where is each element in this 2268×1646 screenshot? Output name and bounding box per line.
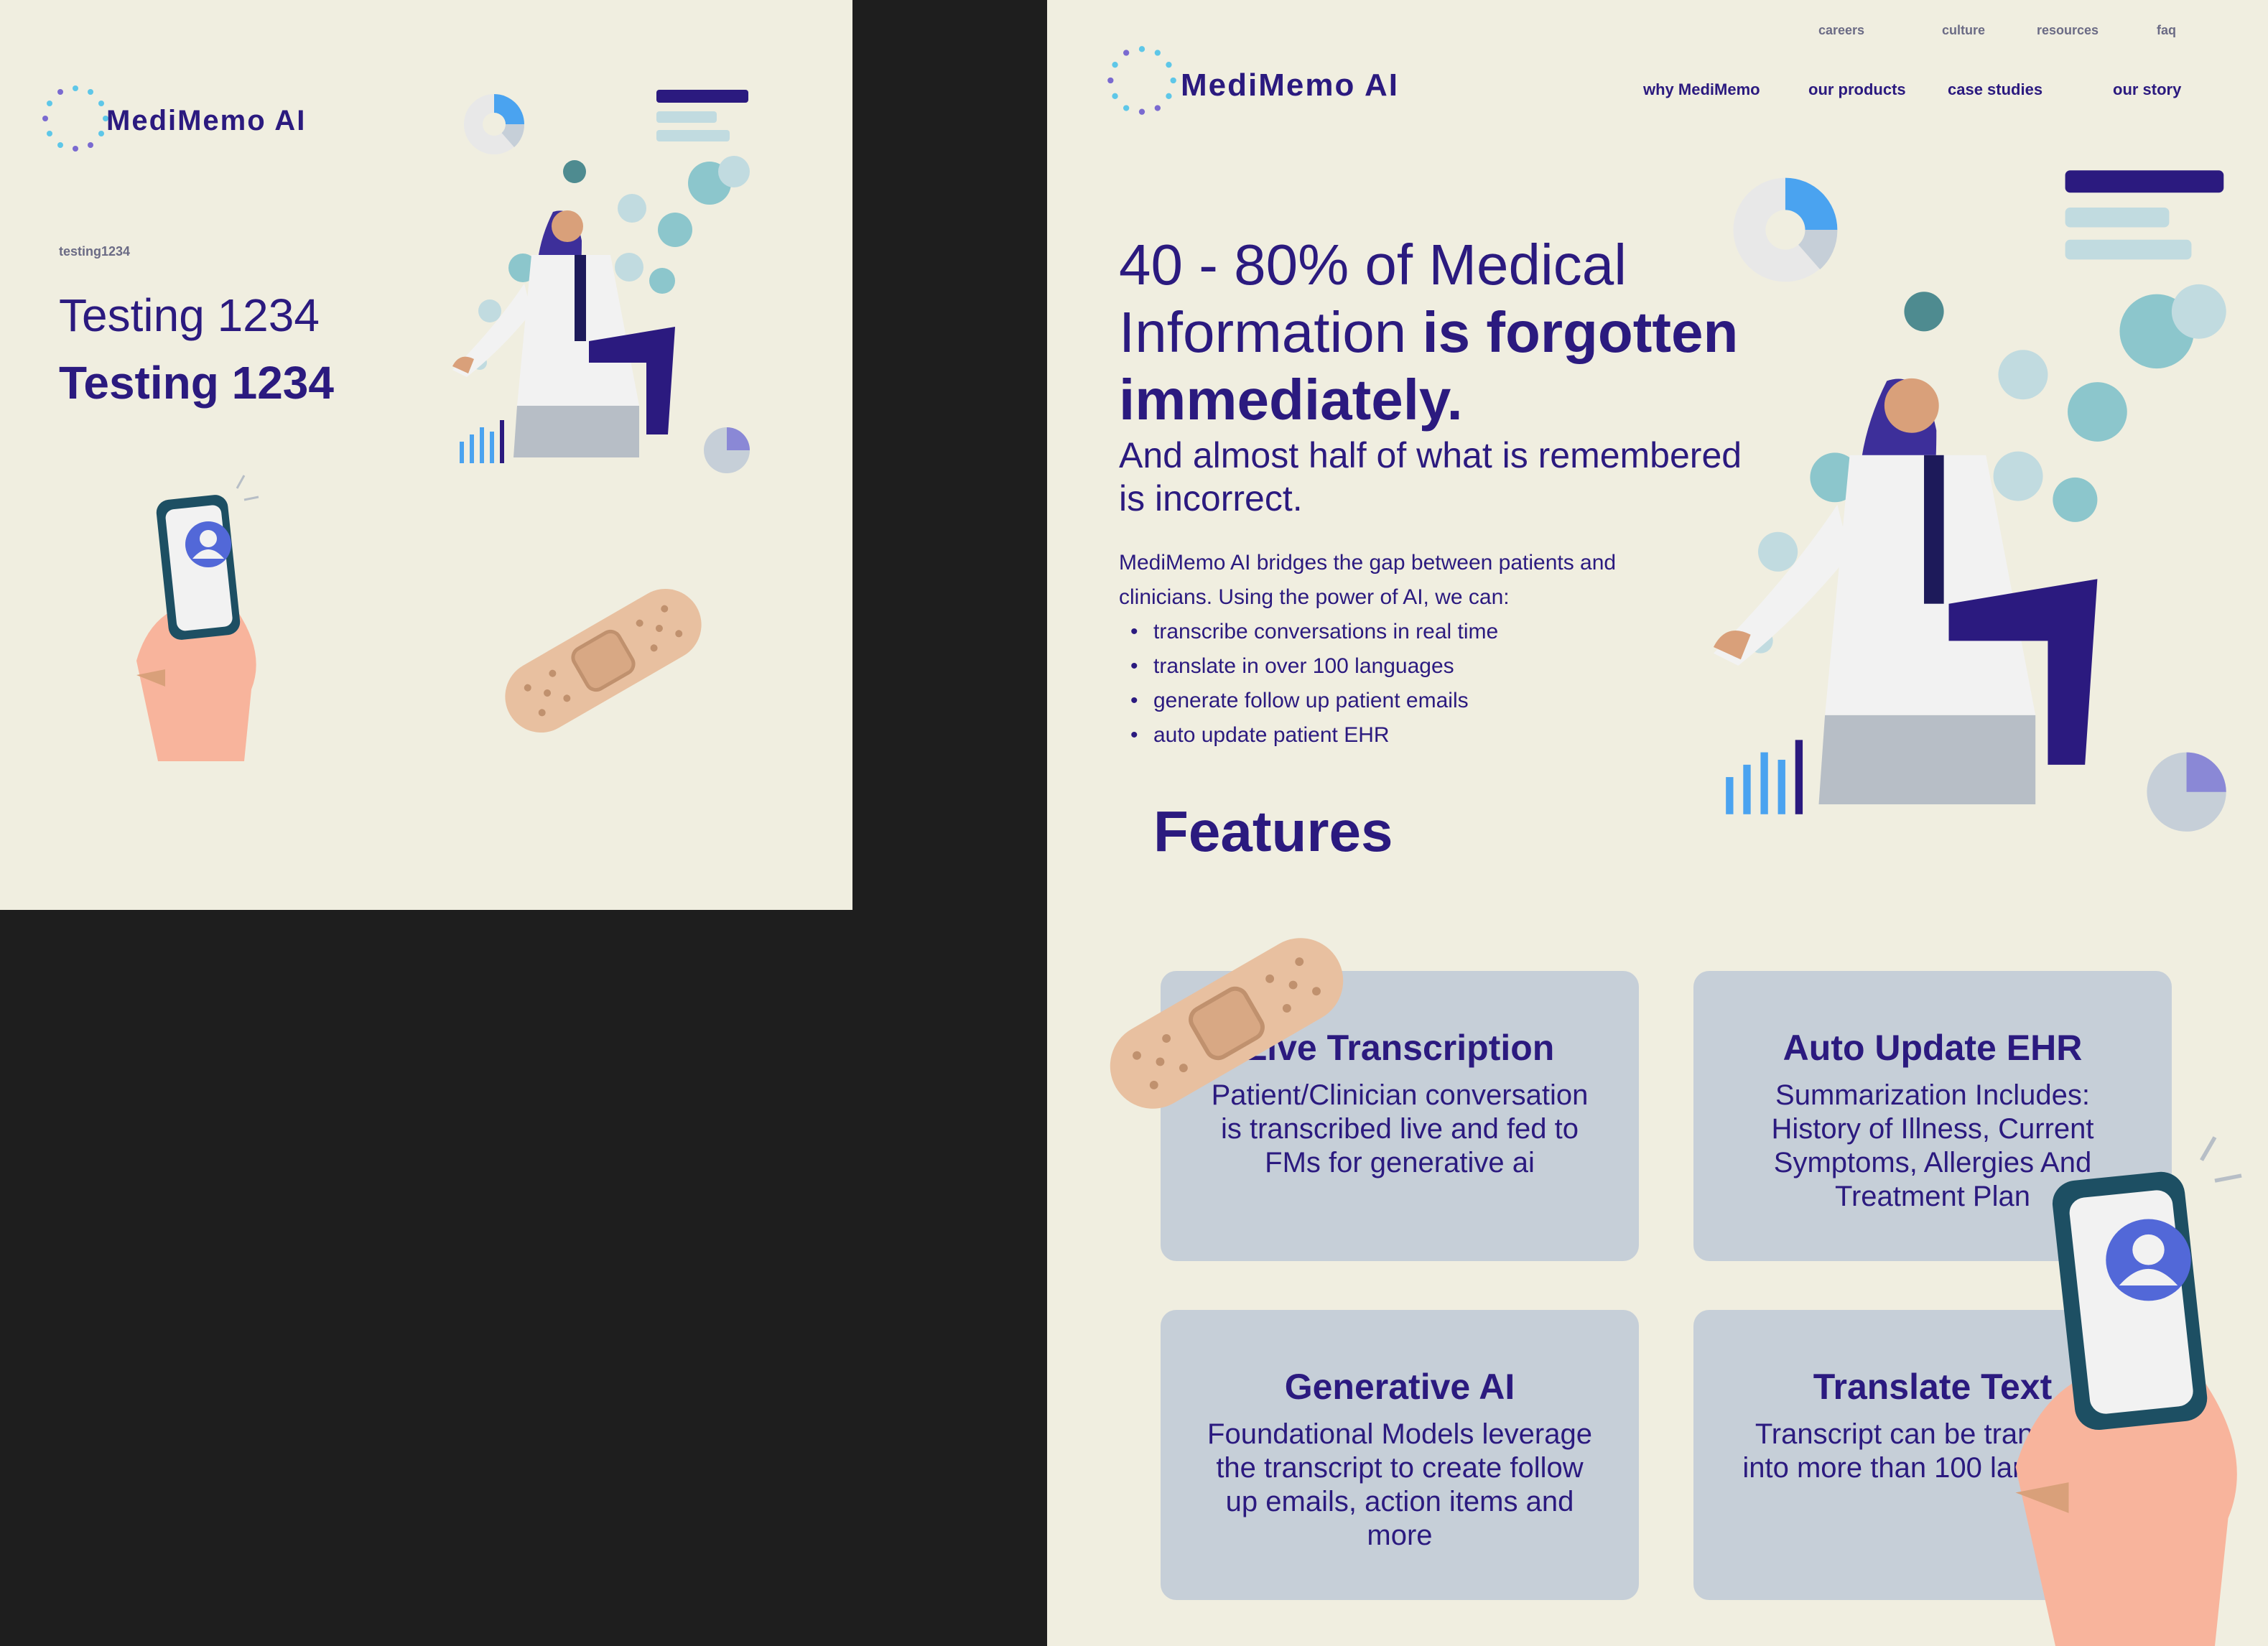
logo-text[interactable]: MediMemo AI [106,105,306,137]
hero-subheading: And almost half of what is remembered is… [1119,434,1742,520]
nav-our-products[interactable]: our products [1808,80,1906,99]
bandage-illustration [1110,938,1344,1109]
list-item: transcribe conversations in real time [1119,615,1498,649]
hero-line-3: immediately. [1119,368,1463,432]
phone-hand-illustration [2015,1136,2242,1646]
list-item: generate follow up patient emails [1119,684,1498,718]
hero-sub-line-1: And almost half of what is remembered [1119,435,1742,475]
intro-line-2: clinicians. Using the power of AI, we ca… [1119,585,1510,609]
list-item: auto update patient EHR [1119,718,1498,753]
logo-mark-icon [1107,46,1176,115]
list-item: translate in over 100 languages [1119,649,1498,684]
heading-bold: Testing 1234 [59,357,334,409]
doctor-illustration [1713,170,2226,832]
features-heading: Features [1153,799,1393,863]
nav-faq[interactable]: faq [2157,23,2176,38]
bandage-illustration [505,589,702,733]
hero-line-1: 40 - 80% of Medical [1119,233,1627,297]
nav-culture[interactable]: culture [1942,23,1985,38]
nav-case-studies[interactable]: case studies [1948,80,2042,99]
capabilities-list: transcribe conversations in real time tr… [1119,615,1498,753]
hero-sub-line-2: is incorrect. [1119,478,1303,519]
nav-resources[interactable]: resources [2037,23,2099,38]
intro-paragraph: MediMemo AI bridges the gap between pati… [1119,546,1616,615]
nav-why-medimemo[interactable]: why MediMemo [1643,80,1760,99]
card-title: Auto Update EHR [1783,1028,2083,1068]
doctor-illustration [452,90,750,473]
intro-line-1: MediMemo AI bridges the gap between pati… [1119,551,1617,575]
hero-line-2-light: Information [1119,300,1407,364]
eyebrow-text: testing1234 [59,244,131,259]
logo-mark-icon [42,85,108,152]
card-body: Foundational Models leverage the transcr… [1207,1418,1592,1551]
card-title: Generative AI [1284,1367,1515,1407]
logo-text[interactable]: MediMemo AI [1181,68,1399,103]
right-artboard: careers culture resources faq MediMemo A… [1047,0,2268,1646]
hero-heading: 40 - 80% of Medical Information is forgo… [1119,231,1738,434]
nav-our-story[interactable]: our story [2113,80,2181,99]
feature-card-generative-ai: Generative AI Foundational Models levera… [1161,1310,1639,1600]
hero-line-2: Information is forgotten [1119,299,1738,366]
nav-careers[interactable]: careers [1818,23,1864,38]
phone-hand-illustration [136,475,259,761]
heading-light: Testing 1234 [59,289,320,341]
left-artboard: MediMemo AI testing1234 Testing 1234 Tes… [0,0,852,910]
